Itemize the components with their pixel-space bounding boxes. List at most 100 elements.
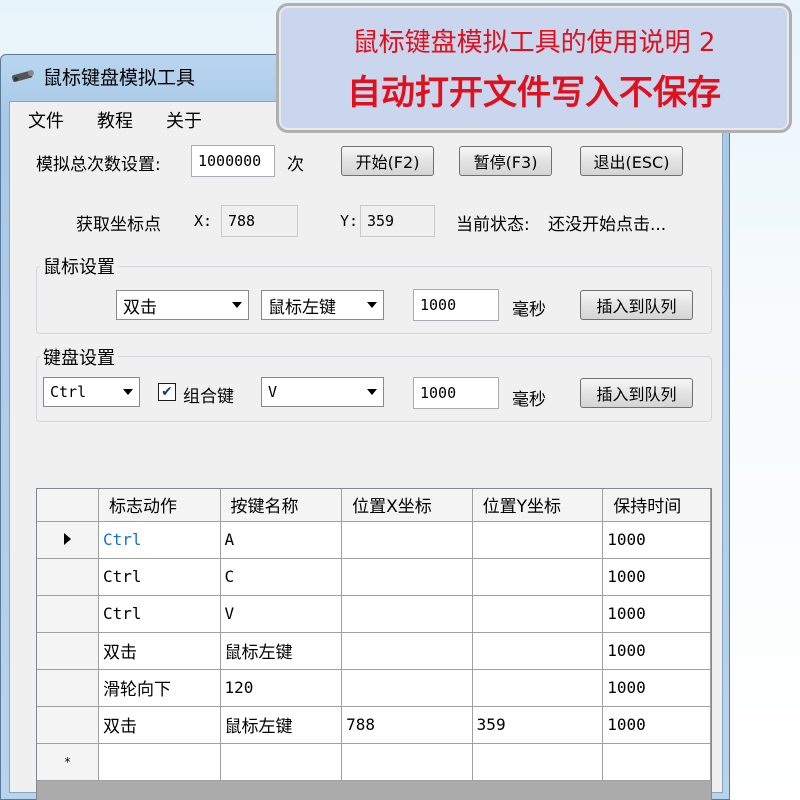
grid-cell-key[interactable]: C	[220, 558, 343, 596]
mouse-insert-button[interactable]: 插入到队列	[580, 290, 693, 320]
total-count-label: 模拟总次数设置:	[36, 155, 161, 175]
grid-cell-y[interactable]	[472, 669, 604, 707]
y-label: Y:	[340, 212, 359, 230]
new-row-marker[interactable]: *	[37, 743, 99, 781]
row-header[interactable]	[37, 595, 99, 633]
grid-cell-y[interactable]	[472, 558, 604, 596]
table-row[interactable]: Ctrl C 1000	[37, 558, 711, 596]
grid-cell-y[interactable]	[472, 595, 604, 633]
table-row[interactable]: Ctrl V 1000	[37, 595, 711, 633]
chevron-down-icon	[367, 389, 377, 395]
grid-cell-action[interactable]: Ctrl	[98, 558, 221, 596]
start-button[interactable]: 开始(F2)	[341, 146, 434, 176]
app-icon	[12, 70, 34, 83]
action-queue-grid[interactable]: 标志动作 按键名称 位置X坐标 位置Y坐标 保持时间 Ctrl A 1000 C…	[36, 488, 712, 800]
grid-cell-key[interactable]: A	[220, 521, 343, 559]
banner-line-2: 自动打开文件写入不保存	[347, 73, 721, 113]
grid-cell-key[interactable]	[220, 743, 343, 781]
column-header[interactable]: 按键名称	[220, 489, 343, 522]
key-delay-unit: 毫秒	[512, 390, 546, 410]
status-value: 还没开始点击...	[548, 215, 667, 235]
key-select[interactable]: V	[261, 377, 384, 407]
table-row[interactable]: 双击 鼠标左键 1000	[37, 632, 711, 670]
mouse-action-value: 双击	[123, 297, 157, 318]
app-window: 鼠标键盘模拟工具 文件 教程 关于 模拟总次数设置: 1000000 次 开始(…	[0, 54, 730, 800]
grid-cell-action[interactable]	[98, 743, 221, 781]
mouse-button-select[interactable]: 鼠标左键	[261, 290, 384, 320]
grid-cell-x[interactable]	[341, 558, 473, 596]
keyboard-insert-button[interactable]: 插入到队列	[580, 378, 693, 408]
grid-cell-action[interactable]: Ctrl	[98, 521, 221, 559]
x-coord-field: 788	[221, 205, 298, 237]
row-header[interactable]	[37, 558, 99, 596]
row-header[interactable]	[37, 632, 99, 670]
grid-cell-x[interactable]	[341, 632, 473, 670]
grid-cell-duration[interactable]: 1000	[602, 706, 711, 744]
grid-cell-action[interactable]: 双击	[98, 632, 221, 670]
grid-cell-key[interactable]: V	[220, 595, 343, 633]
table-row[interactable]: 滑轮向下 120 1000	[37, 669, 711, 707]
column-header[interactable]: 保持时间	[602, 489, 711, 522]
grid-cell-x[interactable]	[341, 521, 473, 559]
grid-cell-action[interactable]: Ctrl	[98, 595, 221, 633]
coords-label: 获取坐标点	[76, 215, 161, 235]
row-header[interactable]	[37, 706, 99, 744]
modifier-key-select[interactable]: Ctrl	[43, 377, 140, 407]
column-header[interactable]: 标志动作	[98, 489, 221, 522]
x-label: X:	[194, 212, 213, 230]
total-count-input[interactable]: 1000000	[191, 145, 275, 177]
grid-cell-y[interactable]	[472, 743, 604, 781]
grid-cell-duration[interactable]: 1000	[602, 669, 711, 707]
grid-cell-x[interactable]: 788	[341, 706, 473, 744]
grid-cell-key[interactable]: 120	[220, 669, 343, 707]
grid-cell-duration[interactable]: 1000	[602, 558, 711, 596]
action-queue-table: 标志动作 按键名称 位置X坐标 位置Y坐标 保持时间 Ctrl A 1000 C…	[37, 489, 711, 781]
exit-button[interactable]: 退出(ESC)	[580, 146, 683, 176]
banner-line-1: 鼠标键盘模拟工具的使用说明 2	[352, 28, 716, 58]
grid-cell-key[interactable]: 鼠标左键	[220, 706, 343, 744]
grid-cell-x[interactable]	[341, 669, 473, 707]
mouse-action-select[interactable]: 双击	[116, 290, 249, 320]
window-title: 鼠标键盘模拟工具	[43, 66, 196, 89]
grid-cell-x[interactable]	[341, 595, 473, 633]
column-header[interactable]: 位置X坐标	[341, 489, 473, 522]
combo-key-checkbox[interactable]: ✔	[158, 383, 176, 401]
status-label: 当前状态:	[456, 215, 530, 235]
count-unit-label: 次	[287, 155, 304, 175]
table-row[interactable]: 双击 鼠标左键 788 359 1000	[37, 706, 711, 744]
row-header-corner	[37, 489, 99, 522]
mouse-button-value: 鼠标左键	[268, 297, 336, 318]
key-value: V	[268, 383, 278, 401]
mouse-delay-unit: 毫秒	[512, 300, 546, 320]
grid-cell-y[interactable]	[472, 521, 604, 559]
grid-header-row: 标志动作 按键名称 位置X坐标 位置Y坐标 保持时间	[37, 489, 711, 522]
menu-about[interactable]: 关于	[166, 107, 202, 133]
mouse-delay-input[interactable]: 1000	[413, 289, 499, 321]
row-header[interactable]	[37, 669, 99, 707]
y-coord-field: 359	[360, 205, 435, 237]
column-header[interactable]: 位置Y坐标	[472, 489, 604, 522]
menu-tutorial[interactable]: 教程	[97, 107, 133, 133]
instruction-banner: 鼠标键盘模拟工具的使用说明 2 自动打开文件写入不保存	[276, 3, 792, 133]
combo-key-label: 组合键	[183, 387, 234, 407]
chevron-down-icon	[232, 302, 242, 308]
mouse-settings-title: 鼠标设置	[40, 253, 118, 279]
menu-file[interactable]: 文件	[28, 107, 64, 133]
grid-cell-action[interactable]: 双击	[98, 706, 221, 744]
grid-cell-duration[interactable]: 1000	[602, 521, 711, 559]
grid-cell-action[interactable]: 滑轮向下	[98, 669, 221, 707]
keyboard-settings-title: 键盘设置	[40, 344, 118, 370]
grid-cell-key[interactable]: 鼠标左键	[220, 632, 343, 670]
key-delay-input[interactable]: 1000	[413, 377, 499, 409]
grid-cell-duration[interactable]: 1000	[602, 595, 711, 633]
new-row[interactable]: *	[37, 743, 711, 781]
grid-cell-y[interactable]: 359	[472, 706, 604, 744]
pause-button[interactable]: 暂停(F3)	[459, 146, 552, 176]
grid-cell-y[interactable]	[472, 632, 604, 670]
grid-cell-duration[interactable]	[602, 743, 711, 781]
grid-cell-x[interactable]	[341, 743, 473, 781]
modifier-key-value: Ctrl	[50, 383, 87, 401]
current-row-indicator[interactable]	[37, 521, 99, 559]
table-row[interactable]: Ctrl A 1000	[37, 521, 711, 559]
grid-cell-duration[interactable]: 1000	[602, 632, 711, 670]
